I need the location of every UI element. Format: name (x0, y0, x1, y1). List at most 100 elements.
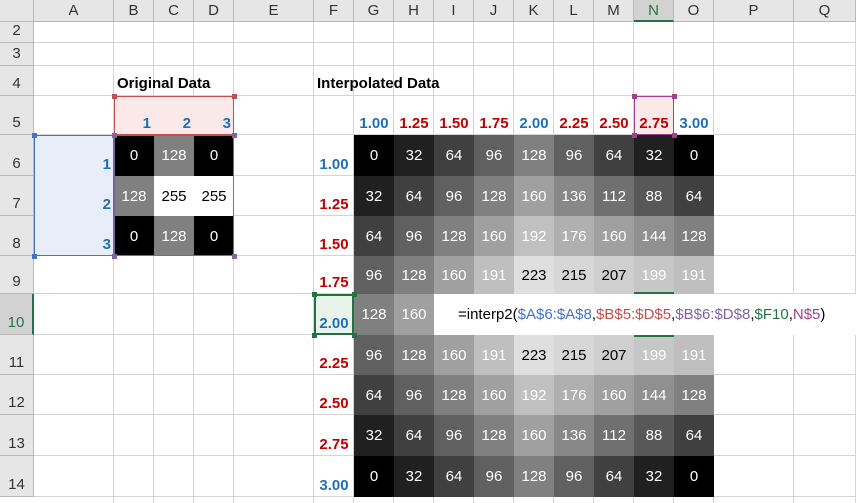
column-header-p[interactable]: P (714, 0, 794, 22)
range-handle[interactable] (672, 94, 677, 99)
row-header-2[interactable]: 2 (0, 22, 34, 43)
interp-data-cell[interactable]: 96 (354, 256, 394, 294)
interp-data-cell[interactable]: 215 (554, 335, 594, 375)
interp-data-cell[interactable]: 144 (634, 375, 674, 415)
interp-data-cell[interactable]: 32 (634, 456, 674, 497)
interp-data-cell[interactable]: 96 (474, 135, 514, 176)
interp-data-cell[interactable]: 160 (514, 176, 554, 216)
interp-data-cell[interactable]: 215 (554, 256, 594, 294)
interp-data-cell[interactable]: 223 (514, 256, 554, 294)
column-header-o[interactable]: O (674, 0, 714, 22)
interp-data-cell[interactable]: 207 (594, 256, 634, 294)
interp-data-cell[interactable]: 32 (394, 135, 434, 176)
interp-data-cell[interactable]: 96 (434, 415, 474, 456)
interp-data-cell[interactable]: 160 (474, 216, 514, 256)
interp-data-cell[interactable]: 199 (634, 256, 674, 294)
row-header-10[interactable]: 10 (0, 294, 34, 335)
interp-data-cell[interactable]: 64 (594, 135, 634, 176)
column-header-c[interactable]: C (154, 0, 194, 22)
interp-data-cell[interactable]: 96 (394, 375, 434, 415)
row-header-9[interactable]: 9 (0, 256, 34, 294)
interp-data-cell[interactable]: 64 (674, 415, 714, 456)
interp-data-cell[interactable]: 192 (514, 375, 554, 415)
interp-data-cell[interactable]: 64 (354, 216, 394, 256)
column-header-f[interactable]: F (314, 0, 354, 22)
interp-data-cell[interactable]: 32 (354, 176, 394, 216)
interp-data-cell[interactable]: 96 (474, 456, 514, 497)
interp-data-cell[interactable]: 112 (594, 415, 634, 456)
range-handle[interactable] (112, 254, 117, 259)
interp-data-cell[interactable]: 160 (594, 216, 634, 256)
interp-data-cell[interactable]: 64 (394, 176, 434, 216)
range-handle[interactable] (232, 94, 237, 99)
interp-data-cell[interactable]: 0 (354, 456, 394, 497)
column-header-a[interactable]: A (34, 0, 114, 22)
column-header-q[interactable]: Q (794, 0, 856, 22)
column-header-h[interactable]: H (394, 0, 434, 22)
interp-data-cell[interactable]: 207 (594, 335, 634, 375)
interp-data-cell[interactable]: 64 (354, 375, 394, 415)
range-handle[interactable] (232, 254, 237, 259)
interp-data-cell[interactable]: 192 (514, 216, 554, 256)
interp-data-cell[interactable]: 128 (674, 375, 714, 415)
range-handle[interactable] (112, 133, 117, 138)
row-header-5[interactable]: 5 (0, 96, 34, 135)
range-handle[interactable] (232, 133, 237, 138)
interp-data-cell[interactable]: 128 (434, 216, 474, 256)
interp-data-cell[interactable]: 88 (634, 415, 674, 456)
range-handle[interactable] (312, 292, 317, 297)
interp-data-cell[interactable]: 128 (394, 256, 434, 294)
interp-data-cell[interactable]: 64 (594, 456, 634, 497)
column-header-l[interactable]: L (554, 0, 594, 22)
row-header-8[interactable]: 8 (0, 216, 34, 256)
range-handle[interactable] (672, 133, 677, 138)
range-handle[interactable] (312, 333, 317, 338)
row-header-11[interactable]: 11 (0, 335, 34, 375)
row-header-3[interactable]: 3 (0, 43, 34, 66)
interp-data-cell[interactable]: 0 (674, 456, 714, 497)
interp-data-cell[interactable]: 128 (394, 335, 434, 375)
interp-data-cell[interactable]: 223 (514, 335, 554, 375)
interp-data-cell[interactable]: 191 (674, 256, 714, 294)
row-header-13[interactable]: 13 (0, 415, 34, 456)
range-handle[interactable] (32, 133, 37, 138)
select-all-corner[interactable] (0, 0, 34, 22)
interp-data-cell[interactable]: 88 (634, 176, 674, 216)
interp-data-cell[interactable]: 191 (674, 335, 714, 375)
row-header-12[interactable]: 12 (0, 375, 34, 415)
formula-edit-box[interactable]: =interp2($A$6:$A$8, $B$5:$D$5, $B$6:$D$8, $… (434, 294, 856, 335)
column-header-k[interactable]: K (514, 0, 554, 22)
column-header-j[interactable]: J (474, 0, 514, 22)
range-handle[interactable] (352, 292, 357, 297)
interp-data-cell[interactable]: 96 (434, 176, 474, 216)
interp-data-cell[interactable]: 176 (554, 375, 594, 415)
interp-data-cell[interactable]: 96 (554, 135, 594, 176)
interp-data-cell[interactable]: 176 (554, 216, 594, 256)
interp-data-cell[interactable]: 160 (474, 375, 514, 415)
interp-data-cell[interactable]: 160 (434, 256, 474, 294)
interp-data-cell[interactable]: 191 (474, 256, 514, 294)
interp-data-cell[interactable]: 128 (434, 375, 474, 415)
column-header-d[interactable]: D (194, 0, 234, 22)
interp-data-cell[interactable]: 96 (554, 456, 594, 497)
interp-data-cell[interactable]: 64 (434, 135, 474, 176)
column-header-g[interactable]: G (354, 0, 394, 22)
column-header-m[interactable]: M (594, 0, 634, 22)
interp-data-cell[interactable]: 128 (514, 456, 554, 497)
row-header-4[interactable]: 4 (0, 66, 34, 96)
interp-data-cell[interactable]: 96 (354, 335, 394, 375)
interp-data-cell[interactable]: 144 (634, 216, 674, 256)
interp-data-cell[interactable]: 191 (474, 335, 514, 375)
range-handle[interactable] (632, 133, 637, 138)
interp-data-cell[interactable]: 64 (674, 176, 714, 216)
interp-data-cell[interactable]: 64 (394, 415, 434, 456)
interp-data-cell[interactable]: 160 (394, 294, 434, 335)
interp-data-cell[interactable]: 0 (674, 135, 714, 176)
interp-data-cell[interactable]: 128 (474, 176, 514, 216)
column-header-e[interactable]: E (234, 0, 314, 22)
interp-data-cell[interactable]: 128 (674, 216, 714, 256)
interp-data-cell[interactable]: 32 (634, 135, 674, 176)
interp-data-cell[interactable]: 0 (354, 135, 394, 176)
column-header-n[interactable]: N (634, 0, 674, 22)
interp-data-cell[interactable]: 136 (554, 176, 594, 216)
